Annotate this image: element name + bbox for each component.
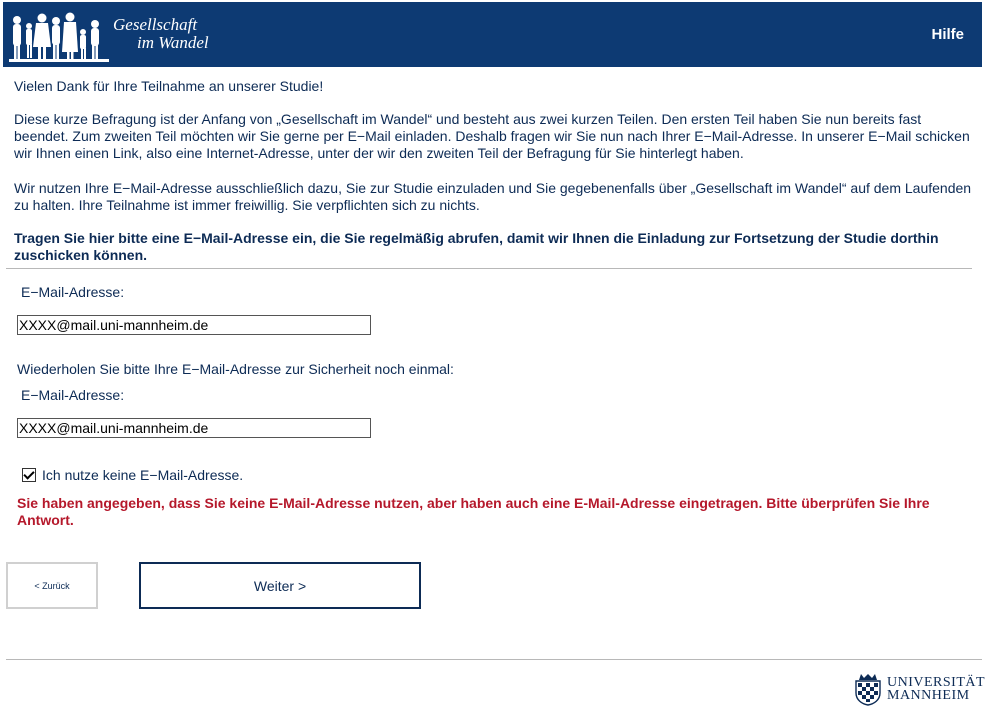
question-text: Tragen Sie hier bitte eine E−Mail-Adress… (14, 230, 939, 263)
university-crest-icon (855, 674, 881, 706)
logo-line-1: Gesellschaft (113, 15, 198, 34)
email-confirm-label: E−Mail-Adresse: (21, 387, 125, 403)
logo-line-2: im Wandel (137, 33, 209, 52)
university-line-2: MANNHEIM (887, 688, 970, 703)
footer-divider (6, 659, 982, 660)
error-message: Sie haben angegeben, dass Sie keine E-Ma… (17, 495, 930, 528)
back-button[interactable]: < Zurück (6, 562, 98, 609)
study-logo: Gesellschaft im Wandel (9, 10, 239, 65)
divider (6, 268, 972, 269)
intro-text: Vielen Dank für Ihre Teilnahme an unsere… (14, 78, 324, 94)
no-email-option[interactable]: Ich nutze keine E−Mail-Adresse. (22, 467, 243, 483)
study-description: Diese kurze Befragung ist der Anfang von… (14, 111, 970, 161)
email-label: E−Mail-Adresse: (21, 284, 125, 300)
no-email-checkbox[interactable] (22, 468, 36, 482)
university-wordmark: UNIVERSITÄT MANNHEIM (887, 676, 985, 703)
help-link[interactable]: Hilfe (931, 26, 964, 43)
email-field[interactable] (17, 315, 371, 335)
header-bar: Gesellschaft im Wandel Hilfe (3, 2, 982, 67)
next-button[interactable]: Weiter > (139, 562, 421, 609)
repeat-email-prompt: Wiederholen Sie bitte Ihre E−Mail-Adress… (17, 361, 454, 377)
logo-wordmark: Gesellschaft im Wandel (113, 16, 209, 52)
university-logo: UNIVERSITÄT MANNHEIM (852, 672, 985, 708)
people-silhouette-icon (9, 12, 109, 62)
no-email-label[interactable]: Ich nutze keine E−Mail-Adresse. (42, 467, 243, 483)
privacy-note: Wir nutzen Ihre E−Mail-Adresse ausschlie… (14, 180, 972, 213)
email-confirm-field[interactable] (17, 418, 371, 438)
